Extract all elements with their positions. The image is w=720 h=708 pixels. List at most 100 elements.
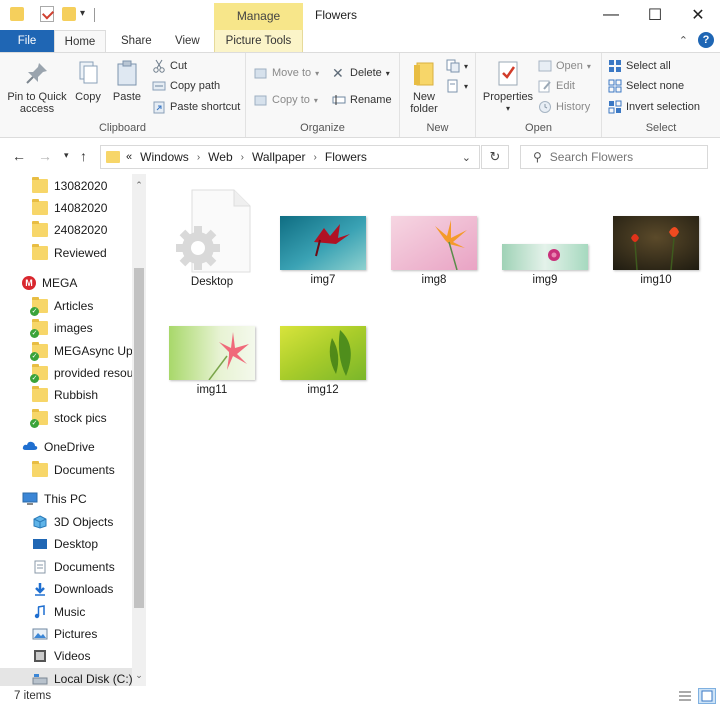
help-icon[interactable]: ? <box>698 32 714 48</box>
file-item[interactable]: img12 <box>273 326 373 396</box>
new-item-icon <box>446 59 460 73</box>
properties-quick-icon[interactable] <box>40 6 54 22</box>
manage-context-tab[interactable]: Manage <box>214 3 303 30</box>
file-item[interactable]: img8 <box>384 216 484 286</box>
file-item[interactable]: img9 <box>495 244 595 286</box>
chevron-right-icon[interactable]: › <box>241 152 244 163</box>
file-item[interactable]: img11 <box>162 326 262 396</box>
forward-arrow-icon[interactable]: → <box>38 148 52 164</box>
tab-home[interactable]: Home <box>54 30 106 52</box>
paste-button[interactable]: Paste <box>110 59 144 103</box>
scroll-down-icon[interactable]: ⌄ <box>132 670 146 681</box>
breadcrumb-wallpaper[interactable]: Wallpaper <box>252 150 306 164</box>
new-folder-quick-icon[interactable] <box>62 7 76 21</box>
invert-selection-icon <box>608 100 622 114</box>
cut-button[interactable]: Cut <box>152 59 187 73</box>
minimize-ribbon-icon[interactable]: ⌃ <box>679 34 688 47</box>
nav-item[interactable]: images <box>0 317 132 339</box>
address-bar[interactable]: « Windows › Web › Wallpaper › Flowers ⌄ <box>100 145 480 169</box>
nav-item[interactable]: 13082020 <box>0 175 132 197</box>
organize-group-label: Organize <box>300 122 345 134</box>
select-all-button[interactable]: Select all <box>608 59 671 73</box>
nav-item[interactable]: Rubbish <box>0 384 132 406</box>
file-item[interactable]: Desktop <box>162 186 262 288</box>
nav-item[interactable]: Articles <box>0 295 132 317</box>
details-view-button[interactable] <box>676 688 694 704</box>
nav-item[interactable]: MEGAsync Uplo <box>0 340 132 362</box>
nav-item-label: Documents <box>54 560 115 574</box>
minimize-button[interactable]: — <box>596 4 626 26</box>
copy-path-button[interactable]: Copy path <box>152 79 220 93</box>
tab-file[interactable]: File <box>0 30 54 52</box>
easy-access-button[interactable]: ▾ <box>446 79 468 93</box>
nav-scroll-thumb[interactable] <box>134 268 144 608</box>
nav-item[interactable]: 3D Objects <box>0 511 132 533</box>
rename-button[interactable]: Rename <box>332 93 392 107</box>
copy-to-button[interactable]: Copy to ▾ <box>254 93 318 107</box>
nav-item[interactable]: stock pics <box>0 407 132 429</box>
image-thumbnail <box>280 216 366 270</box>
breadcrumb-windows[interactable]: Windows <box>140 150 189 164</box>
pin-to-quick-access-button[interactable]: Pin to Quick access <box>4 59 70 115</box>
nav-item[interactable]: Documents <box>0 556 132 578</box>
tab-share[interactable]: Share <box>111 30 162 52</box>
select-none-button[interactable]: Select none <box>608 79 684 93</box>
up-arrow-icon[interactable]: ↑ <box>80 148 87 164</box>
invert-selection-button[interactable]: Invert selection <box>608 100 700 114</box>
nav-item[interactable]: This PC <box>0 488 132 510</box>
tab-view[interactable]: View <box>165 30 210 52</box>
paste-shortcut-icon <box>152 100 166 114</box>
breadcrumb-flowers[interactable]: Flowers <box>325 150 367 164</box>
nav-item[interactable]: Music <box>0 601 132 623</box>
nav-item[interactable]: Documents <box>0 459 132 481</box>
rename-icon <box>332 93 346 107</box>
customize-quick-access-icon[interactable]: ▾ <box>80 8 85 19</box>
maximize-button[interactable]: ☐ <box>640 4 670 26</box>
breadcrumb-overflow[interactable]: « <box>126 151 132 163</box>
nav-item[interactable]: M MEGA <box>0 272 132 294</box>
nav-item[interactable]: 14082020 <box>0 197 132 219</box>
nav-item[interactable]: OneDrive <box>0 436 132 458</box>
recent-locations-icon[interactable]: ▾ <box>64 150 69 161</box>
local-disk-icon <box>32 672 48 686</box>
folder-icon[interactable] <box>10 7 24 21</box>
back-arrow-icon[interactable]: ← <box>12 148 26 164</box>
nav-item[interactable]: Local Disk (C:) <box>0 668 132 686</box>
nav-item[interactable]: Videos <box>0 645 132 667</box>
nav-scrollbar[interactable]: ⌃ ⌄ <box>132 174 146 686</box>
chevron-right-icon[interactable]: › <box>197 152 200 163</box>
close-button[interactable]: ✕ <box>683 4 713 26</box>
nav-item-label: 24082020 <box>54 223 108 237</box>
search-input[interactable] <box>549 150 700 164</box>
scroll-up-icon[interactable]: ⌃ <box>132 180 146 191</box>
properties-button[interactable]: Properties ▾ <box>480 59 536 115</box>
delete-button[interactable]: ✕ Delete ▾ <box>332 66 390 80</box>
nav-item[interactable]: Reviewed <box>0 242 132 264</box>
tab-picture-tools[interactable]: Picture Tools <box>214 30 303 52</box>
address-dropdown-icon[interactable]: ⌄ <box>462 151 471 164</box>
new-item-button[interactable]: ▾ <box>446 59 468 73</box>
move-to-button[interactable]: Move to ▾ <box>254 66 319 80</box>
search-box[interactable]: ⚲ <box>520 145 708 169</box>
open-button[interactable]: Open ▾ <box>538 59 591 73</box>
refresh-button[interactable]: ↻ <box>481 145 509 169</box>
nav-item[interactable]: 24082020 <box>0 219 132 241</box>
nav-item[interactable]: Desktop <box>0 533 132 555</box>
copy-button[interactable]: Copy <box>72 59 104 103</box>
nav-item[interactable]: Downloads <box>0 578 132 600</box>
copy-icon <box>74 59 102 87</box>
history-button[interactable]: History <box>538 100 590 114</box>
new-folder-button[interactable]: New folder <box>404 59 444 115</box>
image-thumbnail <box>280 326 366 380</box>
file-item[interactable]: img7 <box>273 216 373 286</box>
nav-item[interactable]: provided resourc <box>0 362 132 384</box>
clipboard-icon <box>113 59 141 87</box>
large-icons-view-button[interactable] <box>698 688 716 704</box>
edit-button[interactable]: Edit <box>538 79 575 93</box>
breadcrumb-web[interactable]: Web <box>208 150 232 164</box>
nav-item[interactable]: Pictures <box>0 623 132 645</box>
file-item[interactable]: img10 <box>606 216 706 286</box>
nav-item-label: Music <box>54 605 86 619</box>
paste-shortcut-button[interactable]: Paste shortcut <box>152 100 240 114</box>
chevron-right-icon[interactable]: › <box>314 152 317 163</box>
